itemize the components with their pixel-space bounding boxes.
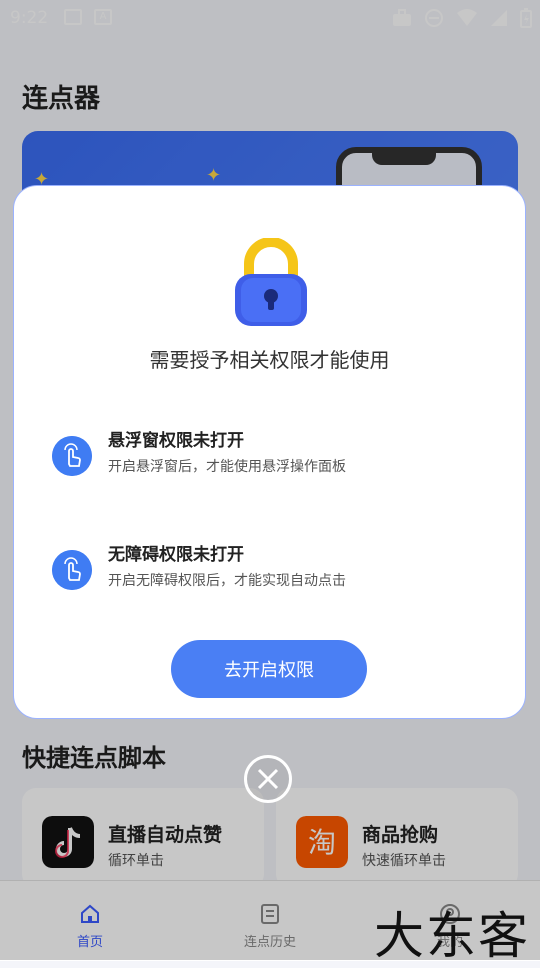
touch-icon (52, 436, 92, 476)
close-dialog-button[interactable] (244, 755, 292, 803)
grant-permission-button[interactable]: 去开启权限 (171, 640, 367, 698)
close-icon (257, 768, 279, 790)
permission-title: 悬浮窗权限未打开 (108, 431, 244, 451)
permission-dialog: 需要授予相关权限才能使用 悬浮窗权限未打开 开启悬浮窗后，才能使用悬浮操作面板 … (13, 185, 526, 719)
permission-desc: 开启悬浮窗后，才能使用悬浮操作面板 (108, 459, 346, 475)
touch-icon (52, 550, 92, 590)
lock-icon (235, 238, 307, 326)
dialog-title: 需要授予相关权限才能使用 (149, 348, 390, 372)
permission-title: 无障碍权限未打开 (108, 545, 244, 565)
watermark-text: 大东客 (374, 907, 530, 965)
permission-desc: 开启无障碍权限后，才能实现自动点击 (108, 573, 346, 589)
